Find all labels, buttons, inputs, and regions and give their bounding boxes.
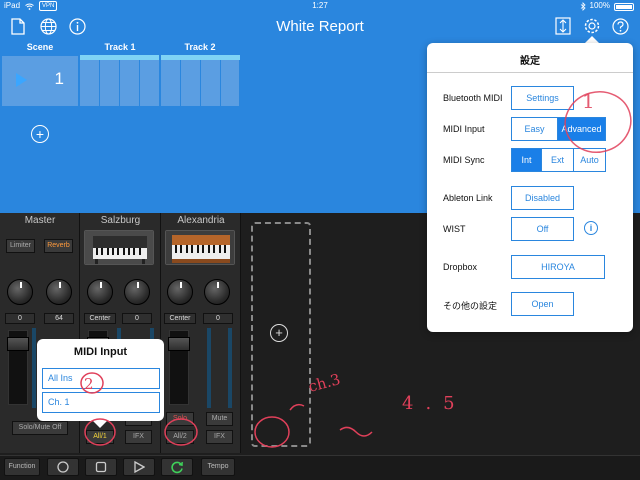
bluetooth-settings-button[interactable]: Settings bbox=[511, 86, 574, 110]
loop-icon bbox=[170, 461, 183, 474]
gear-icon[interactable] bbox=[582, 16, 602, 36]
midi-input-all1-button[interactable]: All/1 bbox=[86, 430, 114, 444]
clip-slot[interactable] bbox=[221, 60, 240, 106]
bluetooth-midi-label: Bluetooth MIDI bbox=[443, 93, 503, 103]
clip-slot[interactable] bbox=[161, 60, 181, 106]
instrument-image-salzburg[interactable] bbox=[84, 230, 154, 265]
midi-input-easy-option[interactable]: Easy bbox=[511, 117, 558, 141]
tempo-button[interactable]: Tempo bbox=[201, 458, 235, 476]
stop-button[interactable] bbox=[85, 458, 117, 476]
scene-1[interactable]: 1 bbox=[2, 56, 78, 106]
midi-input-advanced-option[interactable]: Advanced bbox=[557, 117, 606, 141]
scene-header: Scene bbox=[26, 42, 54, 52]
play-icon bbox=[134, 460, 146, 474]
midi-popover-arrow bbox=[92, 420, 108, 428]
solo-button[interactable]: Solo bbox=[166, 412, 194, 426]
ableton-link-button[interactable]: Disabled bbox=[511, 186, 574, 210]
level-meter bbox=[207, 328, 211, 408]
channel-name: Alexandria bbox=[177, 215, 225, 226]
reverb-button[interactable]: Reverb bbox=[44, 239, 73, 253]
midi-sync-label: MIDI Sync bbox=[443, 155, 485, 165]
clip-slot[interactable] bbox=[201, 60, 221, 106]
add-track-button[interactable]: + bbox=[270, 324, 288, 342]
master-fader[interactable] bbox=[7, 330, 29, 405]
fader-handle[interactable] bbox=[168, 337, 190, 351]
alexandria-pan-knob[interactable] bbox=[167, 279, 193, 305]
clip-slot[interactable] bbox=[100, 60, 120, 106]
clip-slot[interactable] bbox=[120, 60, 140, 106]
value-display: Center bbox=[164, 313, 196, 324]
salzburg-pan-knob[interactable] bbox=[87, 279, 113, 305]
wist-label: WIST bbox=[443, 224, 466, 234]
value-display: 0 bbox=[203, 313, 233, 324]
ifx-button[interactable]: IFX bbox=[206, 430, 233, 444]
solo-mute-off-button[interactable]: Solo/Mute Off bbox=[12, 421, 68, 435]
instrument-image-alexandria[interactable] bbox=[165, 230, 235, 265]
nav-bar: White Report bbox=[0, 12, 640, 42]
play-scene-icon[interactable] bbox=[16, 73, 27, 87]
resize-icon[interactable] bbox=[553, 16, 573, 36]
divider bbox=[427, 72, 633, 73]
ifx-button[interactable]: IFX bbox=[125, 430, 152, 444]
stop-icon bbox=[95, 461, 107, 473]
track-2-header[interactable]: Track 2 bbox=[160, 42, 240, 54]
master-knob-2[interactable] bbox=[46, 279, 72, 305]
clip-slot[interactable] bbox=[181, 60, 201, 106]
level-meter bbox=[228, 328, 232, 408]
value-display: 0 bbox=[5, 313, 35, 324]
mute-button[interactable]: Mute bbox=[206, 412, 233, 426]
record-button[interactable] bbox=[47, 458, 79, 476]
clip-slot[interactable] bbox=[80, 60, 100, 106]
ableton-link-label: Ableton Link bbox=[443, 193, 493, 203]
app-root: iPad VPN 1:27 100% White Report Scene Tr… bbox=[0, 0, 640, 480]
clip-slot[interactable] bbox=[140, 60, 160, 106]
midi-input-label: MIDI Input bbox=[443, 124, 485, 134]
circle-icon bbox=[57, 461, 69, 473]
limiter-button[interactable]: Limiter bbox=[6, 239, 35, 253]
fader-handle[interactable] bbox=[7, 337, 29, 351]
settings-title: 設定 bbox=[520, 56, 540, 67]
help-icon[interactable] bbox=[610, 16, 630, 36]
bluetooth-icon bbox=[580, 1, 586, 11]
loop-button[interactable] bbox=[161, 458, 193, 476]
function-button[interactable]: Function bbox=[4, 458, 40, 476]
other-settings-label: その他の設定 bbox=[443, 301, 498, 311]
dropbox-account-button[interactable]: HIROYA bbox=[511, 255, 605, 279]
info-icon[interactable]: i bbox=[584, 221, 598, 235]
midi-input-all2-button[interactable]: All/2 bbox=[166, 430, 194, 444]
value-display: Center bbox=[84, 313, 116, 324]
master-knob-1[interactable] bbox=[7, 279, 33, 305]
alexandria-fader[interactable] bbox=[168, 330, 190, 405]
midi-option-ch1[interactable]: Ch. 1 bbox=[42, 392, 160, 413]
wist-button[interactable]: Off bbox=[511, 217, 574, 241]
add-scene-button[interactable]: + bbox=[31, 125, 49, 143]
midi-option-all-ins[interactable]: All Ins bbox=[42, 368, 160, 389]
salzburg-send-knob[interactable] bbox=[124, 279, 150, 305]
page-title: White Report bbox=[276, 18, 364, 35]
value-display: 0 bbox=[122, 313, 152, 324]
channel-name: Master bbox=[24, 215, 56, 226]
dropbox-label: Dropbox bbox=[443, 262, 478, 272]
track-1-header[interactable]: Track 1 bbox=[80, 42, 160, 54]
scene-number: 1 bbox=[54, 69, 64, 88]
play-button[interactable] bbox=[123, 458, 155, 476]
value-display: 64 bbox=[44, 313, 74, 324]
level-meter bbox=[32, 328, 36, 408]
midi-sync-int-option[interactable]: Int bbox=[511, 148, 542, 172]
clock: 1:27 bbox=[312, 1, 328, 10]
channel-name: Salzburg bbox=[100, 215, 141, 226]
midi-popover-title: MIDI Input bbox=[73, 346, 128, 358]
midi-sync-ext-option[interactable]: Ext bbox=[541, 148, 574, 172]
battery-percent: 100% bbox=[589, 1, 610, 10]
status-bar: iPad VPN 1:27 100% bbox=[0, 0, 640, 12]
alexandria-send-knob[interactable] bbox=[204, 279, 230, 305]
battery-icon bbox=[614, 2, 634, 11]
other-settings-open-button[interactable]: Open bbox=[511, 292, 574, 316]
midi-sync-auto-option[interactable]: Auto bbox=[573, 148, 606, 172]
